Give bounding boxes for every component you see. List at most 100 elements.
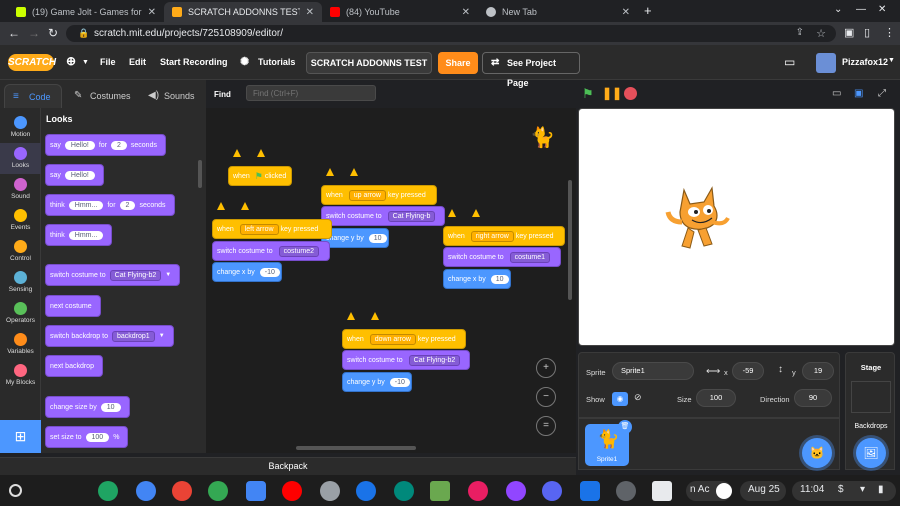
camera-icon[interactable]	[356, 481, 376, 501]
x-input[interactable]: -59	[732, 362, 764, 380]
share-button[interactable]: Share	[438, 52, 478, 74]
meet-icon[interactable]	[394, 481, 414, 501]
change-y-block[interactable]: change y by -10	[342, 372, 412, 392]
eye-off-icon[interactable]: ⊘	[634, 392, 642, 403]
next-backdrop-block[interactable]: next backdrop	[45, 355, 103, 377]
fullscreen-icon[interactable]: ⤢	[878, 88, 886, 99]
app-pink-icon[interactable]	[468, 481, 488, 501]
green-flag-icon[interactable]: ⚑	[582, 86, 594, 102]
trash-icon[interactable]: 🗑	[618, 420, 632, 434]
message-input[interactable]: Hmm...	[68, 200, 104, 210]
zoom-out-icon[interactable]: −	[536, 387, 556, 407]
avatar[interactable]	[816, 53, 836, 73]
stage-canvas[interactable]	[578, 108, 895, 346]
value-input[interactable]: 10	[490, 274, 509, 284]
stop-icon[interactable]	[624, 87, 637, 100]
username[interactable]: Pizzafox12	[842, 57, 888, 67]
scratch-logo[interactable]: SCRATCH	[8, 54, 56, 71]
key-dropdown[interactable]: left arrow	[239, 223, 279, 235]
youtube-icon[interactable]	[282, 481, 302, 501]
kebab-menu-icon[interactable]: ⋮	[884, 26, 895, 39]
switch-costume-block[interactable]: switch costume to costume1	[443, 247, 561, 267]
message-input[interactable]: Hmm...	[68, 230, 104, 240]
switch-costume-block[interactable]: switch costume to Cat Flying-b2	[342, 350, 470, 370]
start-recording-button[interactable]: Start Recording	[160, 57, 228, 67]
files-icon[interactable]	[580, 481, 600, 501]
category-events[interactable]: Events	[0, 205, 41, 236]
change-x-block[interactable]: change x by -10	[212, 262, 282, 282]
large-stage-icon[interactable]: ▣	[854, 88, 863, 99]
key-dropdown[interactable]: up arrow	[348, 189, 386, 201]
value-input[interactable]: 10	[368, 233, 387, 243]
zoom-reset-icon[interactable]: =	[536, 416, 556, 436]
chevron-down-icon[interactable]: ▼	[888, 57, 895, 64]
category-sound[interactable]: Sound	[0, 174, 41, 205]
drive-icon[interactable]	[98, 481, 118, 501]
discord-icon[interactable]	[542, 481, 562, 501]
direction-input[interactable]: 90	[794, 389, 832, 407]
play-store-icon[interactable]	[208, 481, 228, 501]
ime-indicator[interactable]: n Ac	[690, 484, 709, 495]
add-extension-button[interactable]: ⊞	[0, 420, 41, 453]
script-vertical-scrollbar[interactable]	[568, 180, 572, 300]
value-input[interactable]: -10	[389, 377, 410, 387]
share-icon[interactable]: ⇪	[796, 27, 804, 38]
category-control[interactable]: Control	[0, 236, 41, 267]
chrome-icon[interactable]	[136, 481, 156, 501]
switch-costume-block[interactable]: switch costume to Cat Flying-b	[321, 206, 445, 226]
cat-sprite[interactable]	[664, 182, 734, 252]
extensions-icon[interactable]: ▣	[844, 26, 854, 39]
tab-code[interactable]: ≡ Code	[4, 84, 62, 108]
roblox-icon[interactable]	[652, 481, 672, 501]
minimize-icon[interactable]: —	[856, 4, 866, 15]
palette-scrollbar[interactable]	[198, 160, 202, 188]
close-icon[interactable]: ✕	[148, 7, 156, 18]
close-icon[interactable]: ✕	[622, 7, 630, 18]
sidebar-icon[interactable]: ▯	[864, 26, 870, 39]
gmail-icon[interactable]	[172, 481, 192, 501]
photos-app-icon[interactable]	[320, 481, 340, 501]
change-size-block[interactable]: change size by 10	[45, 396, 130, 418]
pause-icon[interactable]: ❚❚	[602, 86, 622, 100]
category-operators[interactable]: Operators	[0, 298, 41, 329]
close-icon[interactable]: ✕	[306, 7, 314, 18]
size-input[interactable]: 100	[696, 389, 736, 407]
mic-icon[interactable]	[616, 481, 636, 501]
backdrop-dropdown[interactable]: backdrop1	[111, 330, 155, 342]
category-my-blocks[interactable]: My Blocks	[0, 360, 41, 391]
value-input[interactable]: -10	[259, 267, 280, 277]
launcher-icon[interactable]	[9, 484, 22, 497]
back-icon[interactable]: ←	[8, 26, 20, 40]
project-title-input[interactable]: SCRATCH ADDONNS TEST	[306, 52, 432, 74]
edit-menu[interactable]: Edit	[129, 57, 146, 67]
size-input[interactable]: 100	[85, 432, 110, 442]
file-menu[interactable]: File	[100, 57, 116, 67]
switch-costume-block[interactable]: switch costume to costume2	[212, 241, 330, 261]
switch-backdrop-block[interactable]: switch backdrop to backdrop1 ▼	[45, 325, 174, 347]
minecraft-icon[interactable]	[430, 481, 450, 501]
see-project-page-button[interactable]: ⇄ See Project Page	[482, 52, 580, 88]
key-dropdown[interactable]: down arrow	[369, 333, 416, 345]
think-for-block[interactable]: think Hmm... for 2 seconds	[45, 194, 175, 216]
next-costume-block[interactable]: next costume	[45, 295, 101, 317]
costume-dropdown[interactable]: Cat Flying-b2	[109, 269, 162, 281]
tab-costumes[interactable]: ✎ Costumes	[66, 84, 132, 108]
sprite-name-input[interactable]: Sprite1	[612, 362, 694, 380]
star-icon[interactable]: ☆	[816, 27, 826, 40]
message-input[interactable]: Hello!	[64, 170, 95, 180]
tab-youtube[interactable]: (84) YouTube ✕	[322, 2, 478, 22]
category-looks[interactable]: Looks	[0, 143, 41, 174]
backpack-bar[interactable]: Backpack	[0, 457, 576, 475]
tab-new-tab[interactable]: New Tab ✕	[478, 2, 638, 22]
new-tab-button[interactable]: +	[644, 3, 652, 18]
zoom-in-icon[interactable]: +	[536, 358, 556, 378]
set-size-block[interactable]: set size to 100 %	[45, 426, 129, 448]
say-for-block[interactable]: say Hello! for 2 seconds	[45, 134, 166, 156]
when-flag-clicked-block[interactable]: when ⚑ clicked	[228, 149, 292, 186]
find-input[interactable]	[246, 85, 376, 101]
small-stage-icon[interactable]: ▭	[832, 88, 841, 99]
reload-icon[interactable]: ↻	[48, 26, 58, 40]
when-right-arrow-pressed-block[interactable]: when right arrow key pressed	[443, 209, 565, 246]
add-backdrop-button[interactable]: 🖼	[856, 438, 886, 468]
twitch-icon[interactable]	[506, 481, 526, 501]
